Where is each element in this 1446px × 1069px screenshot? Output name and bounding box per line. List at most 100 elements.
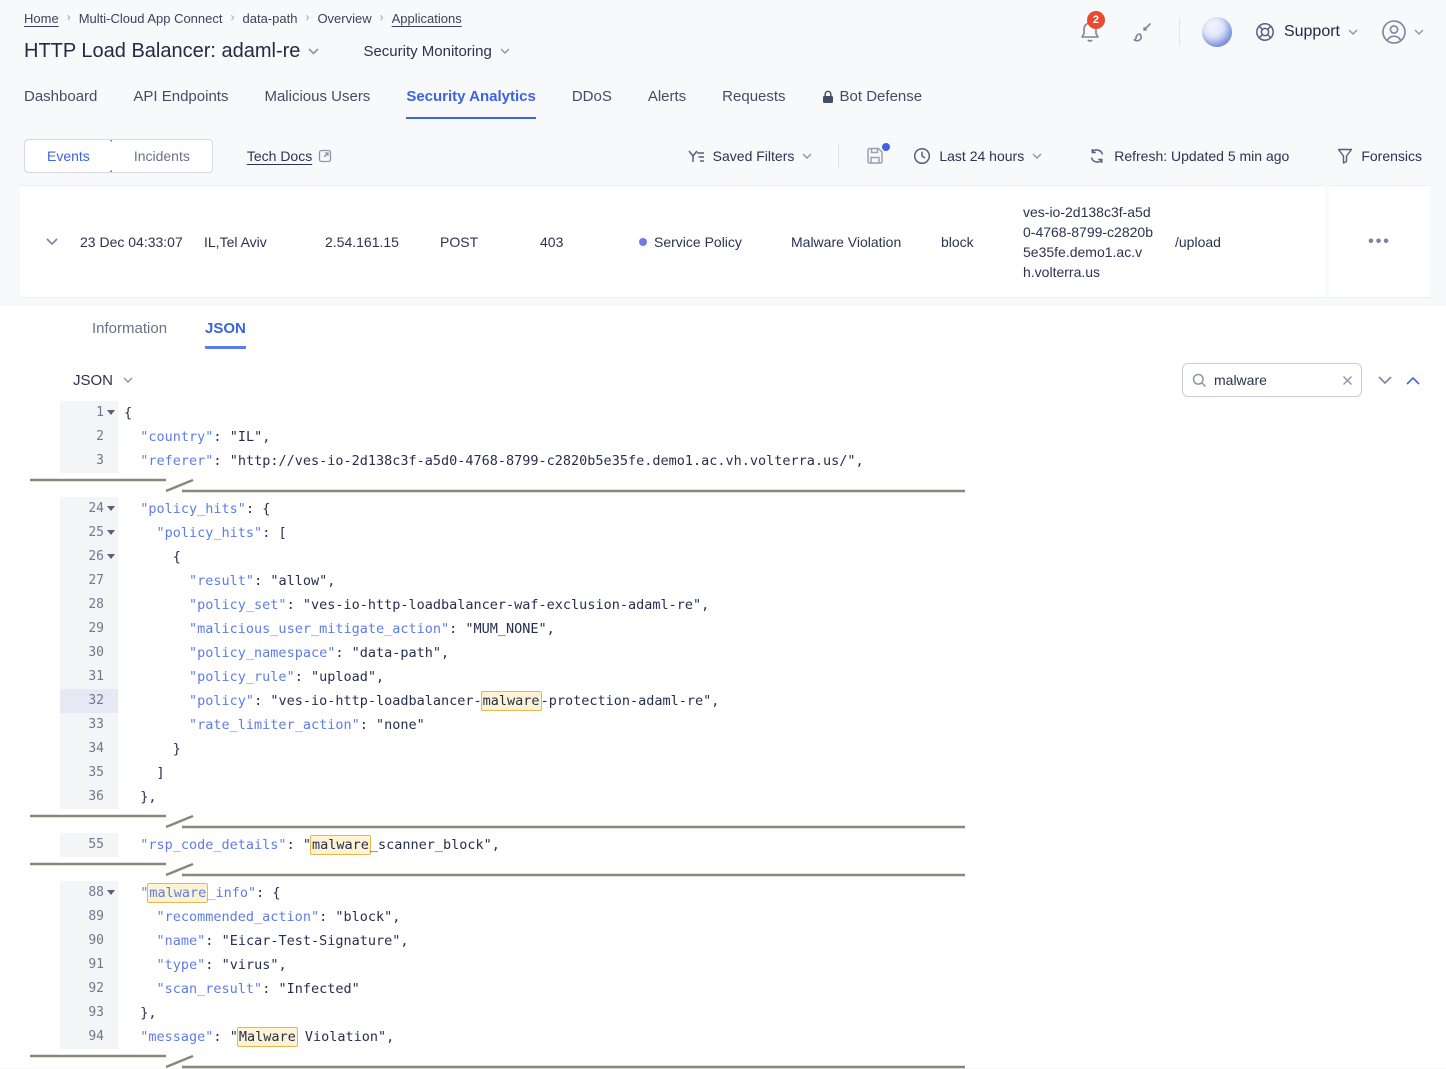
saved-filters-dropdown[interactable]: Saved Filters bbox=[688, 148, 813, 164]
code-line-1: 1{ bbox=[0, 401, 1446, 425]
forensics-label: Forensics bbox=[1361, 148, 1422, 164]
chevron-down-icon bbox=[1032, 153, 1042, 159]
code-token bbox=[124, 933, 157, 949]
code-token: : { bbox=[246, 501, 270, 517]
tab-json[interactable]: JSON bbox=[205, 320, 246, 349]
line-number[interactable]: 25 bbox=[60, 521, 118, 545]
nav-tab-label: API Endpoints bbox=[133, 88, 228, 105]
line-number: 33 bbox=[60, 713, 118, 737]
tech-docs-link[interactable]: Tech Docs bbox=[247, 148, 332, 164]
code-line-text: { bbox=[118, 545, 181, 569]
chevron-down-icon bbox=[123, 377, 133, 383]
code-line-text: "result": "allow", bbox=[118, 569, 335, 593]
nav-tab-malicious-users[interactable]: Malicious Users bbox=[264, 88, 370, 117]
code-token bbox=[124, 957, 157, 973]
line-number[interactable]: 26 bbox=[60, 545, 118, 569]
paintbrush-icon bbox=[1131, 21, 1153, 43]
code-line-text: "type": "virus", bbox=[118, 953, 287, 977]
code-token: }, bbox=[124, 1005, 157, 1021]
code-token: "Eicar-Test-Signature", bbox=[222, 933, 409, 949]
support-menu[interactable]: Support bbox=[1254, 21, 1358, 43]
more-actions-button[interactable]: ••• bbox=[1368, 233, 1391, 251]
nav-tab-label: Alerts bbox=[648, 88, 686, 105]
breadcrumb-item-multi-cloud-app-connect[interactable]: Multi-Cloud App Connect bbox=[79, 11, 223, 26]
page-title: HTTP Load Balancer: adaml-re bbox=[24, 40, 319, 63]
fold-break-icon bbox=[30, 1052, 970, 1069]
breadcrumb-separator-icon: › bbox=[380, 10, 384, 24]
code-token bbox=[124, 645, 189, 661]
forensics-button[interactable]: Forensics bbox=[1337, 148, 1422, 164]
code-token: } bbox=[124, 741, 181, 757]
code-token: "http://ves-io-2d138c3f-a5d0-4768-8799-c… bbox=[230, 453, 864, 469]
collapse-caret-icon[interactable] bbox=[107, 410, 115, 415]
code-line-36: 36 }, bbox=[0, 785, 1446, 809]
json-search-input[interactable] bbox=[1214, 372, 1335, 388]
code-token: : bbox=[262, 981, 278, 997]
nav-tab-alerts[interactable]: Alerts bbox=[648, 88, 686, 117]
code-token: "block", bbox=[335, 909, 400, 925]
search-icon bbox=[1192, 373, 1207, 388]
nav-tab-dashboard[interactable]: Dashboard bbox=[24, 88, 97, 117]
collapse-caret-icon[interactable] bbox=[107, 530, 115, 535]
line-number: 32 bbox=[60, 689, 118, 713]
header-divider bbox=[1179, 18, 1180, 46]
code-line-30: 30 "policy_namespace": "data-path", bbox=[0, 641, 1446, 665]
code-token: "name" bbox=[157, 933, 206, 949]
theme-brush-button[interactable] bbox=[1127, 17, 1157, 47]
json-format-dropdown[interactable]: JSON bbox=[73, 372, 133, 389]
code-token: "referer" bbox=[140, 453, 213, 469]
time-range-dropdown[interactable]: Last 24 hours bbox=[913, 147, 1042, 165]
code-line-29: 29 "malicious_user_mitigate_action": "MU… bbox=[0, 617, 1446, 641]
save-filter-button[interactable] bbox=[865, 146, 885, 166]
nav-tab-requests[interactable]: Requests bbox=[722, 88, 785, 117]
code-line-text: "malware_info": { bbox=[118, 881, 280, 905]
tab-information[interactable]: Information bbox=[92, 320, 167, 349]
breadcrumb-item-overview[interactable]: Overview bbox=[317, 11, 371, 26]
refresh-button[interactable]: Refresh: Updated 5 min ago bbox=[1088, 147, 1289, 165]
nav-tab-api-endpoints[interactable]: API Endpoints bbox=[133, 88, 228, 117]
refresh-icon bbox=[1088, 147, 1106, 165]
collapse-caret-icon[interactable] bbox=[107, 554, 115, 559]
code-token bbox=[124, 453, 140, 469]
line-number: 2 bbox=[60, 425, 118, 449]
code-token: Violation", bbox=[297, 1029, 395, 1045]
search-match-highlight: malware bbox=[310, 835, 371, 855]
line-number[interactable]: 24 bbox=[60, 497, 118, 521]
breadcrumb-item-data-path[interactable]: data-path bbox=[243, 11, 298, 26]
code-token: ] bbox=[124, 765, 165, 781]
collapsed-lines-separator[interactable] bbox=[0, 1052, 1446, 1069]
nav-tab-security-analytics[interactable]: Security Analytics bbox=[406, 88, 536, 119]
collapsed-lines-separator[interactable] bbox=[0, 812, 1446, 829]
clear-search-icon[interactable] bbox=[1342, 375, 1353, 386]
filter-lines-icon bbox=[688, 149, 705, 163]
incidents-toggle-button[interactable]: Incidents bbox=[112, 140, 212, 172]
tenant-avatar[interactable] bbox=[1202, 17, 1232, 47]
chevron-down-icon[interactable] bbox=[308, 48, 319, 55]
nav-tab-ddos[interactable]: DDoS bbox=[572, 88, 612, 117]
code-line-text: "name": "Eicar-Test-Signature", bbox=[118, 929, 409, 953]
collapsed-lines-separator[interactable] bbox=[0, 860, 1446, 877]
previous-match-button[interactable] bbox=[1406, 376, 1420, 385]
breadcrumb-item-home[interactable]: Home bbox=[24, 11, 59, 26]
code-token bbox=[124, 597, 189, 613]
code-line-text: "malicious_user_mitigate_action": "MUM_N… bbox=[118, 617, 555, 641]
collapse-caret-icon[interactable] bbox=[107, 506, 115, 511]
code-line-text: "message": "Malware Violation", bbox=[118, 1025, 394, 1049]
json-code-viewer[interactable]: 1{2 "country": "IL",3 "referer": "http:/… bbox=[0, 401, 1446, 1069]
breadcrumb-item-applications[interactable]: Applications bbox=[392, 11, 462, 26]
security-monitoring-selector[interactable]: Security Monitoring bbox=[363, 43, 509, 60]
nav-tab-bot-defense[interactable]: Bot Defense bbox=[822, 88, 923, 117]
line-number[interactable]: 88 bbox=[60, 881, 118, 905]
event-row[interactable]: 23 Dec 04:33:07 IL,Tel Aviv 2.54.161.15 … bbox=[20, 185, 1325, 298]
row-expand-chevron-icon[interactable] bbox=[20, 238, 56, 246]
account-menu[interactable] bbox=[1380, 18, 1424, 46]
notifications-button[interactable]: 2 bbox=[1075, 17, 1105, 47]
page-title-text: HTTP Load Balancer: adaml-re bbox=[24, 40, 300, 63]
events-toggle-button[interactable]: Events bbox=[24, 139, 113, 173]
toolbar-divider bbox=[838, 143, 839, 169]
next-match-button[interactable] bbox=[1378, 376, 1392, 385]
collapse-caret-icon[interactable] bbox=[107, 890, 115, 895]
line-number[interactable]: 1 bbox=[60, 401, 118, 425]
collapsed-lines-separator[interactable] bbox=[0, 476, 1446, 493]
code-token bbox=[124, 429, 140, 445]
